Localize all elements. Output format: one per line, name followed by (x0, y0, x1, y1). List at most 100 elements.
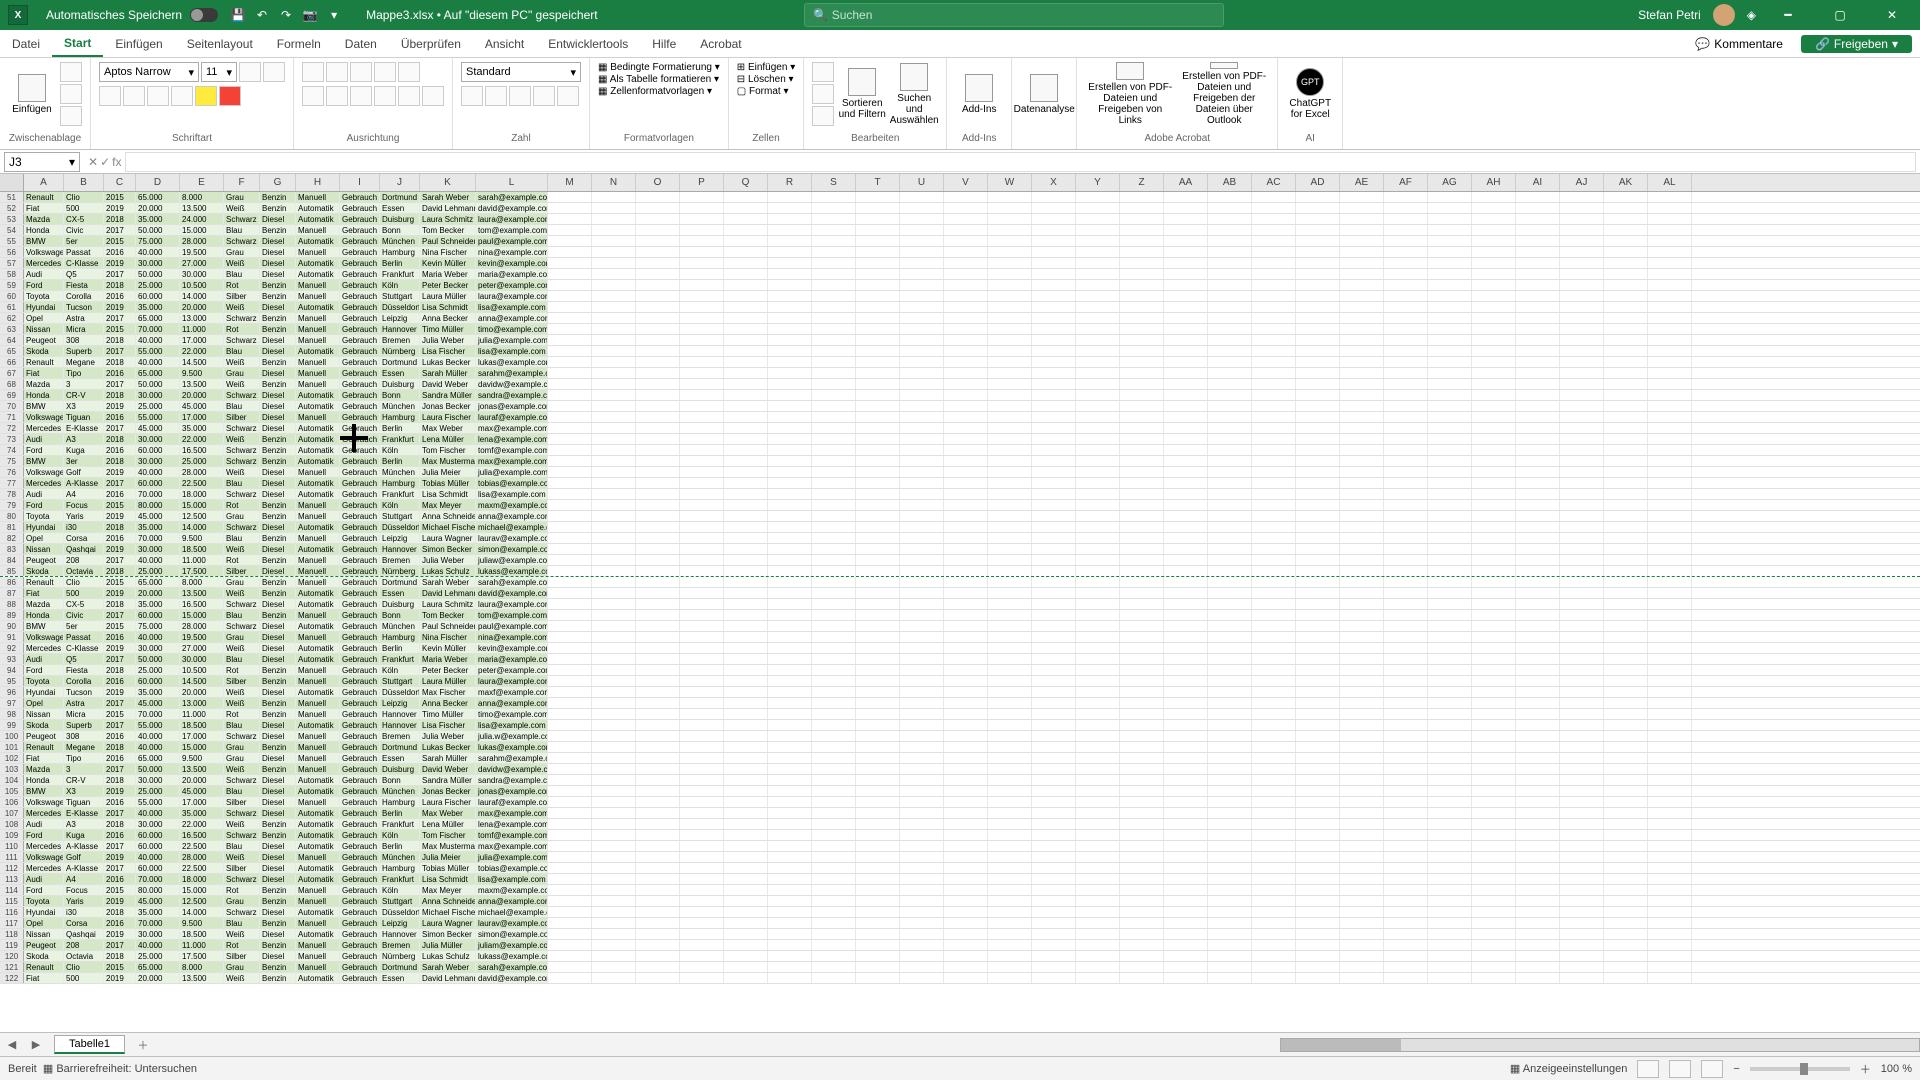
cell[interactable]: Automatik (296, 445, 340, 455)
row-header[interactable]: 85 (0, 566, 24, 576)
cell-empty[interactable] (1384, 764, 1428, 774)
row-header[interactable]: 96 (0, 687, 24, 697)
cell-empty[interactable] (1252, 390, 1296, 400)
cell[interactable]: Benzin (260, 555, 296, 565)
insert-cells-button[interactable]: ⊞ Einfügen ▾ (737, 62, 795, 73)
cell-empty[interactable] (944, 203, 988, 213)
cell-empty[interactable] (1648, 610, 1692, 620)
cell[interactable]: Gebrauch (340, 566, 380, 576)
cell[interactable]: Sarah Weber (420, 192, 476, 202)
cell-empty[interactable] (1648, 918, 1692, 928)
cell[interactable]: lena@example.com (476, 819, 548, 829)
cell-empty[interactable] (900, 489, 944, 499)
row-header[interactable]: 76 (0, 467, 24, 477)
cell-empty[interactable] (592, 632, 636, 642)
cell-empty[interactable] (1340, 390, 1384, 400)
cell[interactable]: 30.000 (136, 434, 180, 444)
cell[interactable]: Hamburg (380, 412, 420, 422)
cell-empty[interactable] (1296, 368, 1340, 378)
cell[interactable]: laurav@example.com (476, 533, 548, 543)
cell-empty[interactable] (1252, 874, 1296, 884)
cell-empty[interactable] (1516, 258, 1560, 268)
cell-empty[interactable] (1208, 214, 1252, 224)
cell-empty[interactable] (1604, 544, 1648, 554)
cell-empty[interactable] (548, 434, 592, 444)
cell-empty[interactable] (988, 236, 1032, 246)
cell-empty[interactable] (724, 687, 768, 697)
column-header-F[interactable]: F (224, 174, 260, 191)
cell[interactable]: 40.000 (136, 808, 180, 818)
cell-empty[interactable] (1208, 720, 1252, 730)
cell-empty[interactable] (1560, 269, 1604, 279)
cell-empty[interactable] (724, 522, 768, 532)
cell-empty[interactable] (1164, 951, 1208, 961)
cell-empty[interactable] (1560, 214, 1604, 224)
column-header-W[interactable]: W (988, 174, 1032, 191)
cell[interactable]: Manuell (296, 357, 340, 367)
row-header[interactable]: 77 (0, 478, 24, 488)
cell[interactable]: Automatik (296, 973, 340, 983)
cell-empty[interactable] (1252, 533, 1296, 543)
cell-empty[interactable] (1076, 918, 1120, 928)
cell[interactable]: Astra (64, 698, 104, 708)
cell[interactable]: Schwarz (224, 489, 260, 499)
cell[interactable]: Nürnberg (380, 566, 420, 576)
cell[interactable]: Hamburg (380, 632, 420, 642)
cell[interactable]: Benzin (260, 577, 296, 587)
cell-empty[interactable] (1516, 896, 1560, 906)
cell[interactable]: 2018 (104, 434, 136, 444)
cell[interactable]: Lena Müller (420, 434, 476, 444)
cell-empty[interactable] (1648, 599, 1692, 609)
cell-empty[interactable] (548, 335, 592, 345)
cell[interactable]: Manuell (296, 797, 340, 807)
cell-empty[interactable] (1384, 720, 1428, 730)
cell[interactable]: Volkswage (24, 797, 64, 807)
cell-empty[interactable] (944, 687, 988, 697)
row-header[interactable]: 68 (0, 379, 24, 389)
cell-empty[interactable] (1164, 588, 1208, 598)
cell-empty[interactable] (812, 863, 856, 873)
cell[interactable]: Yaris (64, 511, 104, 521)
cell[interactable]: Berlin (380, 258, 420, 268)
cell[interactable]: 2015 (104, 324, 136, 334)
cell-empty[interactable] (548, 577, 592, 587)
cell-empty[interactable] (680, 610, 724, 620)
cell-empty[interactable] (900, 544, 944, 554)
cell[interactable]: tom@example.com (476, 225, 548, 235)
cell-empty[interactable] (1428, 423, 1472, 433)
cell-empty[interactable] (680, 819, 724, 829)
cell-empty[interactable] (592, 390, 636, 400)
cell[interactable]: maxf@example.com (476, 687, 548, 697)
cell-empty[interactable] (1120, 654, 1164, 664)
cell[interactable]: David Lehmann (420, 973, 476, 983)
cell[interactable]: 2019 (104, 511, 136, 521)
cell-empty[interactable] (724, 412, 768, 422)
cell-empty[interactable] (1428, 225, 1472, 235)
cell-empty[interactable] (1428, 401, 1472, 411)
cell-empty[interactable] (724, 588, 768, 598)
cell-empty[interactable] (944, 709, 988, 719)
cell-empty[interactable] (1384, 632, 1428, 642)
cell-empty[interactable] (768, 874, 812, 884)
cell[interactable]: Silber (224, 797, 260, 807)
cell[interactable]: 50.000 (136, 379, 180, 389)
cell[interactable]: Manuell (296, 379, 340, 389)
table-row[interactable]: 94FordFiesta201825.00010.500RotBenzinMan… (0, 665, 1920, 676)
cell-empty[interactable] (944, 258, 988, 268)
cell-empty[interactable] (1252, 225, 1296, 235)
cell[interactable]: Corsa (64, 533, 104, 543)
cell-empty[interactable] (1296, 445, 1340, 455)
cell-empty[interactable] (1648, 742, 1692, 752)
cell-empty[interactable] (1648, 390, 1692, 400)
cell[interactable]: Civic (64, 225, 104, 235)
cell-empty[interactable] (1340, 291, 1384, 301)
cell-empty[interactable] (1648, 434, 1692, 444)
cell-empty[interactable] (636, 269, 680, 279)
cell-empty[interactable] (768, 731, 812, 741)
cell[interactable]: 2019 (104, 401, 136, 411)
cell-empty[interactable] (1428, 555, 1472, 565)
cell-empty[interactable] (856, 478, 900, 488)
cell-empty[interactable] (1560, 852, 1604, 862)
cell[interactable]: Mercedes (24, 258, 64, 268)
cell-empty[interactable] (1340, 852, 1384, 862)
